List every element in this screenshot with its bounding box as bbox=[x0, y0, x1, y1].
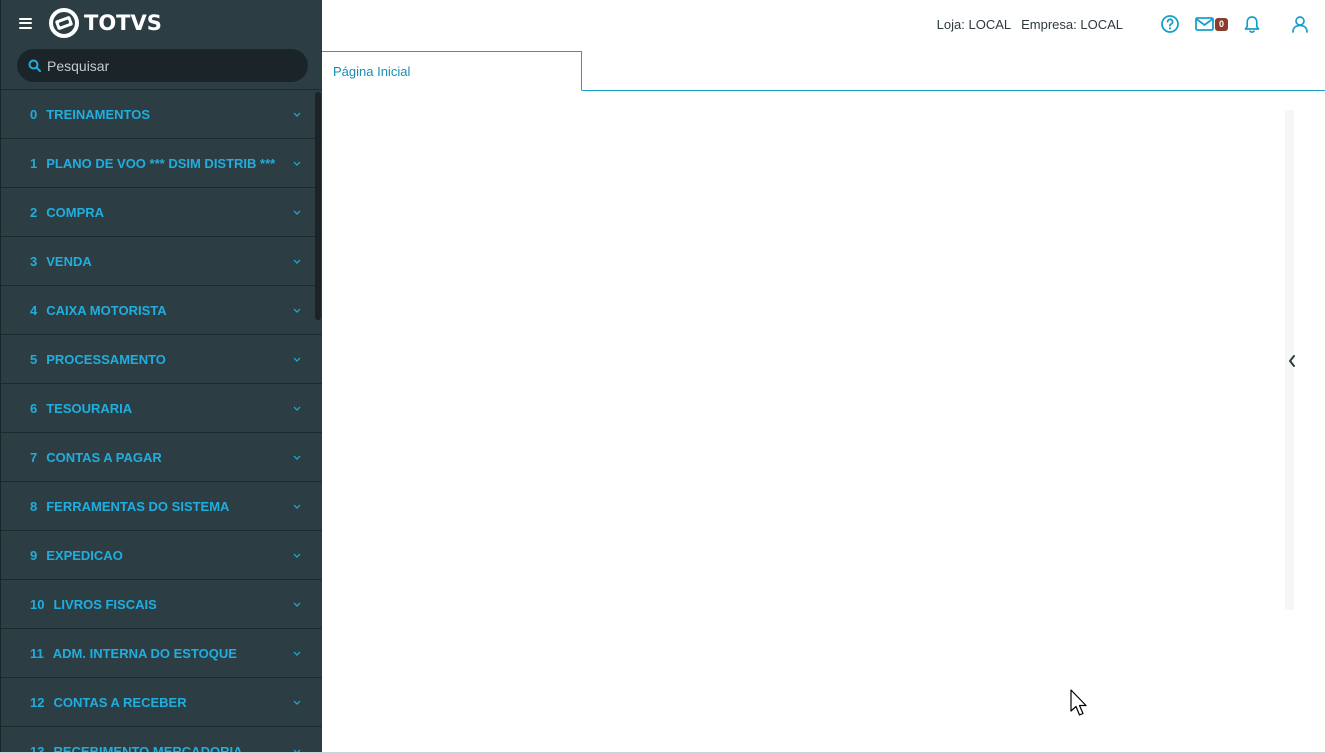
chevron-down-icon bbox=[293, 112, 301, 117]
menu-item-number: 1 bbox=[30, 155, 38, 171]
sidebar-item-livros-fiscais[interactable]: 10 LIVROS FISCAIS bbox=[1, 580, 322, 629]
tab-pagina-inicial[interactable]: Página Inicial bbox=[322, 51, 582, 91]
chevron-down-icon bbox=[293, 406, 301, 411]
chevron-down-icon bbox=[293, 308, 301, 313]
sidebar-item-processamento[interactable]: 5 PROCESSAMENTO bbox=[1, 335, 322, 384]
chevron-down-icon bbox=[293, 210, 301, 215]
mail-button[interactable]: 0 bbox=[1195, 17, 1228, 31]
help-icon bbox=[1161, 15, 1179, 33]
menu-item-number: 3 bbox=[30, 253, 38, 269]
user-icon bbox=[1292, 16, 1308, 33]
chevron-down-icon bbox=[293, 553, 301, 558]
company-info: Empresa: LOCAL bbox=[1021, 16, 1123, 32]
menu-item-label: PROCESSAMENTO bbox=[46, 351, 166, 367]
hamburger-menu-icon[interactable] bbox=[19, 17, 32, 29]
app-window: TOTVS 0 TREINAMENTOS 1 PLANO DE VOO *** … bbox=[0, 0, 1326, 753]
sidebar-item-ferramentas-do-sistema[interactable]: 8 FERRAMENTAS DO SISTEMA bbox=[1, 482, 322, 531]
chevron-down-icon bbox=[293, 161, 301, 166]
sidebar-item-adm-interna-do-estoque[interactable]: 11 ADM. INTERNA DO ESTOQUE bbox=[1, 629, 322, 678]
menu-item-label: VENDA bbox=[46, 253, 92, 269]
chevron-down-icon bbox=[293, 651, 301, 656]
chevron-down-icon bbox=[293, 357, 301, 362]
sidebar-scrollbar[interactable] bbox=[315, 92, 321, 320]
menu-item-label: CAIXA MOTORISTA bbox=[46, 302, 167, 318]
help-button[interactable] bbox=[1160, 14, 1180, 34]
menu-item-number: 2 bbox=[30, 204, 38, 220]
search-icon bbox=[28, 59, 41, 72]
chevron-down-icon bbox=[293, 504, 301, 509]
menu-item-number: 10 bbox=[30, 596, 45, 612]
main-content bbox=[322, 92, 1325, 752]
bell-icon bbox=[1244, 15, 1260, 33]
sidebar-header: TOTVS bbox=[1, 0, 322, 46]
sidebar-item-tesouraria[interactable]: 6 TESOURARIA bbox=[1, 384, 322, 433]
mail-icon bbox=[1195, 17, 1214, 31]
menu-item-label: CONTAS A RECEBER bbox=[53, 694, 187, 710]
menu-item-label: ADM. INTERNA DO ESTOQUE bbox=[52, 645, 237, 661]
chevron-down-icon bbox=[293, 259, 301, 264]
mouse-cursor-icon bbox=[1070, 689, 1087, 716]
sidebar-item-caixa-motorista[interactable]: 4 CAIXA MOTORISTA bbox=[1, 286, 322, 335]
menu-item-number: 6 bbox=[30, 400, 38, 416]
menu-item-label: LIVROS FISCAIS bbox=[53, 596, 157, 612]
mail-count-badge: 0 bbox=[1214, 17, 1228, 31]
top-bar: Loja: LOCAL Empresa: LOCAL 0 bbox=[322, 0, 1325, 48]
sidebar-item-recebimento-mercadoria[interactable]: 13 RECEBIMENTO MERCADORIA bbox=[1, 727, 322, 753]
sidebar-item-compra[interactable]: 2 COMPRA bbox=[1, 188, 322, 237]
store-info: Loja: LOCAL bbox=[936, 16, 1012, 32]
user-profile-button[interactable] bbox=[1291, 15, 1309, 33]
sidebar-item-treinamentos[interactable]: 0 TREINAMENTOS bbox=[1, 90, 322, 139]
menu-item-number: 9 bbox=[30, 547, 38, 563]
menu-item-number: 4 bbox=[30, 302, 38, 318]
menu-item-label: PLANO DE VOO *** DSIM DISTRIB *** bbox=[46, 155, 276, 171]
sidebar-item-plano-de-voo[interactable]: 1 PLANO DE VOO *** DSIM DISTRIB *** bbox=[1, 139, 322, 188]
menu-item-number: 8 bbox=[30, 498, 38, 514]
search-box[interactable] bbox=[17, 49, 308, 82]
menu-item-number: 7 bbox=[30, 449, 38, 465]
menu-item-label: TREINAMENTOS bbox=[46, 106, 150, 122]
chevron-down-icon bbox=[293, 455, 301, 460]
totvs-logo-icon bbox=[49, 8, 79, 38]
search-container bbox=[1, 46, 322, 82]
menu-item-label: TESOURARIA bbox=[46, 400, 133, 416]
chevron-down-icon bbox=[293, 700, 301, 705]
sidebar-item-contas-a-receber[interactable]: 12 CONTAS A RECEBER bbox=[1, 678, 322, 727]
menu-item-number: 11 bbox=[30, 645, 44, 661]
menu-item-number: 0 bbox=[30, 106, 38, 122]
menu-item-label: EXPEDICAO bbox=[46, 547, 123, 563]
logo-text: TOTVS bbox=[84, 11, 162, 35]
panel-toggle-button[interactable] bbox=[1285, 352, 1299, 370]
menu-item-number: 12 bbox=[30, 694, 45, 710]
menu-item-label: FERRAMENTAS DO SISTEMA bbox=[46, 498, 230, 514]
menu-item-label: COMPRA bbox=[46, 204, 105, 220]
sidebar-item-contas-a-pagar[interactable]: 7 CONTAS A PAGAR bbox=[1, 433, 322, 482]
chevron-left-icon bbox=[1289, 355, 1295, 367]
menu-item-label: RECEBIMENTO MERCADORIA bbox=[53, 743, 243, 753]
sidebar-item-venda[interactable]: 3 VENDA bbox=[1, 237, 322, 286]
sidebar-item-expedicao[interactable]: 9 EXPEDICAO bbox=[1, 531, 322, 580]
menu-item-number: 5 bbox=[30, 351, 38, 367]
menu-item-number: 13 bbox=[30, 743, 45, 753]
totvs-logo: TOTVS bbox=[49, 8, 162, 38]
search-input[interactable] bbox=[47, 57, 287, 74]
sidebar-menu: 0 TREINAMENTOS 1 PLANO DE VOO *** DSIM D… bbox=[1, 89, 322, 753]
chevron-down-icon bbox=[293, 602, 301, 607]
chevron-down-icon bbox=[293, 749, 301, 752]
tab-bar: Página Inicial bbox=[322, 51, 1325, 91]
sidebar: TOTVS 0 TREINAMENTOS 1 PLANO DE VOO *** … bbox=[0, 0, 322, 753]
tab-label: Página Inicial bbox=[333, 63, 411, 79]
menu-item-label: CONTAS A PAGAR bbox=[46, 449, 162, 465]
notifications-button[interactable] bbox=[1243, 15, 1261, 34]
